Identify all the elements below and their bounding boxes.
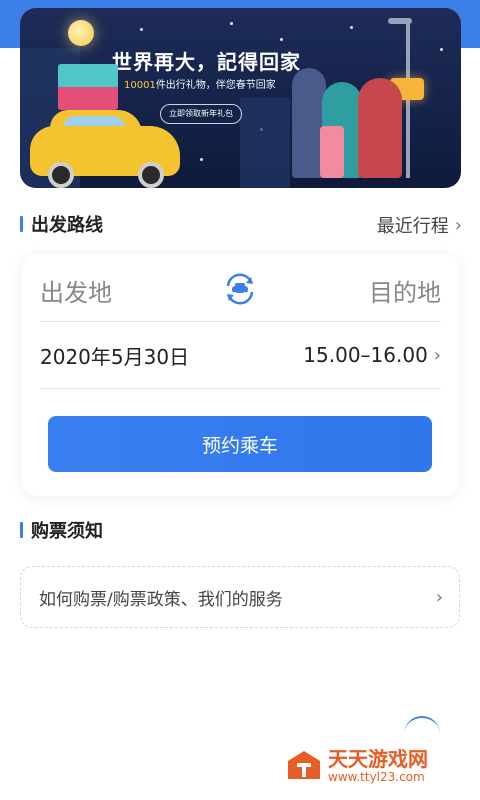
chevron-right-icon: ›: [454, 214, 462, 236]
scroll-top-indicator[interactable]: [404, 716, 440, 738]
chevron-right-icon: ›: [435, 586, 443, 608]
ticket-notice-label: 如何购票/购票政策、我们的服务: [39, 589, 283, 610]
recent-trips-link[interactable]: 最近行程 ›: [377, 212, 462, 238]
book-ride-button[interactable]: 预约乘车: [48, 416, 432, 472]
route-section-header: 出发路线: [20, 214, 103, 236]
banner-title: 世界再大，記得回家: [112, 50, 301, 74]
departure-field[interactable]: 出发地: [40, 273, 112, 308]
banner-subtitle-text: 件出行礼物，伴您春节回家: [155, 80, 276, 91]
promo-banner[interactable]: 世界再大，記得回家 10001件出行礼物，伴您春节回家 立即领取新年礼包: [20, 8, 461, 188]
gift-boxes-illustration: [58, 64, 118, 110]
car-wheel: [48, 162, 74, 188]
suitcase-illustration: [320, 126, 344, 178]
notice-section-header: 购票须知: [20, 520, 103, 542]
family-illustration: [292, 60, 412, 178]
destination-field[interactable]: 目的地: [369, 273, 441, 308]
divider: [40, 321, 441, 322]
recent-trips-label: 最近行程: [376, 216, 449, 237]
route-section-title: 出发路线: [31, 215, 103, 236]
notice-section-title: 购票须知: [31, 521, 103, 542]
time-slot: 15.00–16.00 ›: [303, 343, 441, 367]
route-card: 出发地 目的地 2020年5月30日 15.00–16.00 › 预约乘车: [22, 254, 459, 496]
watermark-name: 天天游戏网: [328, 747, 428, 771]
travel-time-range: 15.00–16.00: [303, 343, 428, 367]
watermark-url: www.ttyl23.com: [328, 770, 425, 784]
building-silhouette: [240, 98, 290, 188]
street-lamp-head: [388, 18, 412, 24]
ticket-notice-item[interactable]: 如何购票/购票政策、我们的服务 ›: [20, 566, 460, 628]
moon-icon: [68, 20, 94, 46]
banner-subtitle: 10001件出行礼物，伴您春节回家: [124, 76, 276, 91]
car-wheel: [138, 162, 164, 188]
section-accent-bar: [20, 522, 23, 538]
site-watermark: 天天游戏网 www.ttyl23.com: [286, 748, 428, 784]
swap-route-icon[interactable]: [222, 271, 258, 307]
section-accent-bar: [20, 216, 23, 232]
chevron-right-icon: ›: [433, 344, 441, 366]
banner-cta-button[interactable]: 立即领取新年礼包: [160, 104, 242, 124]
travel-date: 2020年5月30日: [40, 344, 190, 369]
divider: [40, 388, 441, 389]
date-time-row[interactable]: 2020年5月30日 15.00–16.00 ›: [40, 332, 441, 378]
banner-subtitle-number: 10001: [124, 80, 156, 91]
watermark-logo-icon: [288, 751, 320, 779]
